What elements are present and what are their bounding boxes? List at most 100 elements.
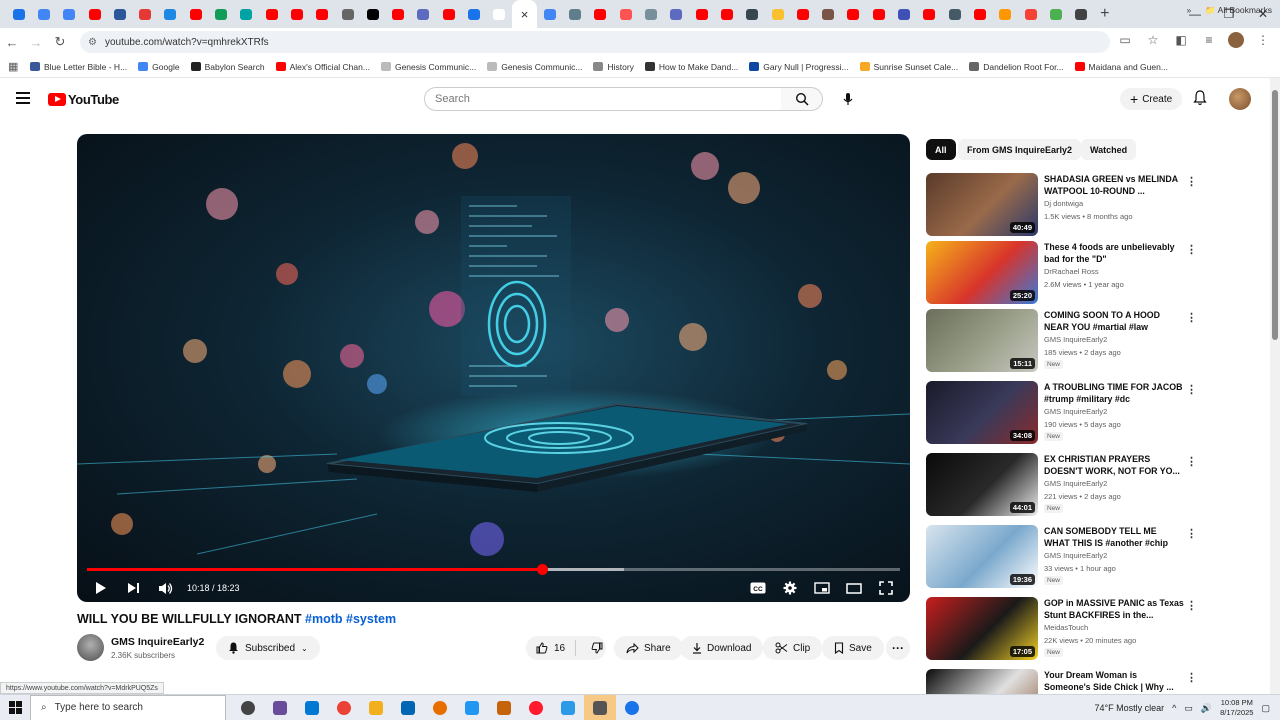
taskbar-app-icon[interactable]	[424, 695, 456, 720]
browser-tab[interactable]	[57, 0, 82, 28]
miniplayer-button[interactable]	[806, 574, 838, 602]
browser-tab[interactable]	[310, 0, 335, 28]
browser-menu-icon[interactable]: ⋮	[1254, 33, 1272, 47]
video-thumbnail[interactable]: 40:49	[926, 173, 1038, 236]
more-actions-icon[interactable]: ···	[886, 636, 910, 660]
bookmark-item[interactable]: History	[593, 62, 634, 72]
related-video-item[interactable]: 17:05 GOP in MASSIVE PANIC as Texas Stunt…	[926, 597, 1266, 661]
related-video-channel[interactable]: Dj dontwiga	[1044, 199, 1083, 208]
browser-tab[interactable]	[208, 0, 233, 28]
notifications-bell-icon[interactable]	[1193, 90, 1207, 111]
more-options-icon[interactable]: ⋮	[1186, 383, 1197, 396]
browser-tab[interactable]	[487, 0, 512, 28]
bookmark-item[interactable]: Genesis Communic...	[487, 62, 582, 72]
search-button[interactable]	[781, 87, 823, 111]
more-options-icon[interactable]: ⋮	[1186, 311, 1197, 324]
browser-tab[interactable]	[385, 0, 410, 28]
browser-tab[interactable]	[993, 0, 1018, 28]
browser-tab[interactable]	[765, 0, 790, 28]
related-video-item[interactable]: 34:08 A TROUBLING TIME FOR JACOB #trump #…	[926, 381, 1266, 445]
taskbar-app-icon[interactable]	[232, 695, 264, 720]
related-video-channel[interactable]: GMS InquireEarly2	[1044, 479, 1107, 488]
browser-tab[interactable]	[158, 0, 183, 28]
weather-widget[interactable]: 74°F Mostly clear	[1095, 703, 1165, 713]
related-video-channel[interactable]: MeidasTouch	[1044, 623, 1088, 632]
filter-chip[interactable]: All	[926, 139, 956, 160]
speaker-icon[interactable]: 🔊	[1201, 703, 1212, 714]
taskbar-app-icon[interactable]	[328, 695, 360, 720]
browser-tab[interactable]	[917, 0, 942, 28]
related-video-channel[interactable]: DrRachael Ross	[1044, 267, 1099, 276]
site-info-icon[interactable]: ⚙	[88, 37, 97, 48]
related-video-title[interactable]: Your Dream Woman is Someone's Side Chick…	[1044, 669, 1184, 693]
notification-center-icon[interactable]: ▢	[1261, 703, 1270, 714]
bookmark-item[interactable]: How to Make Dand...	[644, 62, 738, 72]
browser-tab[interactable]	[816, 0, 841, 28]
browser-tab[interactable]	[841, 0, 866, 28]
more-options-icon[interactable]: ⋮	[1186, 527, 1197, 540]
browser-tab[interactable]	[891, 0, 916, 28]
dislike-button[interactable]	[581, 642, 603, 654]
browser-tab[interactable]	[537, 0, 562, 28]
browser-tab[interactable]	[942, 0, 967, 28]
side-panel-icon[interactable]: ◧	[1172, 33, 1190, 47]
video-thumbnail[interactable]: 25:20	[926, 241, 1038, 304]
new-tab-button[interactable]: +	[1094, 5, 1116, 23]
browser-tab[interactable]	[234, 0, 259, 28]
browser-tab[interactable]	[967, 0, 992, 28]
more-options-icon[interactable]: ⋮	[1186, 243, 1197, 256]
channel-name[interactable]: GMS InquireEarly2	[111, 636, 204, 648]
profile-avatar[interactable]	[1228, 32, 1244, 48]
related-video-item[interactable]: 19:36 CAN SOMEBODY TELL ME WHAT THIS IS #…	[926, 525, 1266, 589]
account-avatar[interactable]	[1229, 88, 1251, 110]
search-input[interactable]: Search	[424, 87, 782, 111]
video-thumbnail[interactable]: 44:01	[926, 453, 1038, 516]
address-bar[interactable]: ⚙ youtube.com/watch?v=qmhrekXTRfs	[80, 31, 1110, 53]
more-options-icon[interactable]: ⋮	[1186, 671, 1197, 684]
youtube-logo[interactable]: YouTube	[48, 92, 119, 107]
taskbar-clock[interactable]: 10:08 PM 8/17/2025	[1220, 698, 1253, 718]
taskbar-app-icon[interactable]	[296, 695, 328, 720]
clip-button[interactable]: Clip	[763, 636, 823, 660]
related-video-item[interactable]: 15:11 COMING SOON TO A HOOD NEAR YOU #mar…	[926, 309, 1266, 373]
theater-mode-button[interactable]	[838, 574, 870, 602]
hashtag-link[interactable]: #system	[346, 612, 396, 626]
voice-search-button[interactable]	[836, 87, 860, 111]
taskbar-app-icon[interactable]	[392, 695, 424, 720]
browser-tab[interactable]	[360, 0, 385, 28]
taskbar-app-icon[interactable]	[584, 694, 616, 720]
like-button[interactable]: 16	[526, 640, 577, 656]
browser-tab[interactable]	[689, 0, 714, 28]
related-video-title[interactable]: COMING SOON TO A HOOD NEAR YOU #martial …	[1044, 309, 1184, 333]
related-video-channel[interactable]: GMS InquireEarly2	[1044, 407, 1107, 416]
scrollbar-thumb[interactable]	[1272, 90, 1278, 340]
browser-tab[interactable]	[132, 0, 157, 28]
browser-tab[interactable]	[866, 0, 891, 28]
windows-start-button[interactable]	[0, 701, 30, 714]
browser-tab[interactable]	[714, 0, 739, 28]
video-thumbnail[interactable]: 34:08	[926, 381, 1038, 444]
related-video-title[interactable]: GOP in MASSIVE PANIC as Texas Stunt BACK…	[1044, 597, 1184, 621]
browser-tab[interactable]	[664, 0, 689, 28]
apps-grid-icon[interactable]: ▦	[8, 60, 30, 73]
bookmark-item[interactable]: Alex's Official Chan...	[275, 62, 370, 72]
taskbar-app-icon[interactable]	[552, 695, 584, 720]
fullscreen-button[interactable]	[870, 574, 902, 602]
video-thumbnail[interactable]: 17:05	[926, 597, 1038, 660]
browser-tab[interactable]	[436, 0, 461, 28]
related-video-title[interactable]: SHADASIA GREEN vs MELINDA WATPOOL 10-ROU…	[1044, 173, 1184, 197]
create-button[interactable]: + Create	[1120, 88, 1183, 110]
browser-tab[interactable]	[183, 0, 208, 28]
taskbar-search-input[interactable]: ⌕ Type here to search	[30, 694, 226, 720]
related-video-title[interactable]: These 4 foods are unbelievably bad for t…	[1044, 241, 1184, 265]
next-video-button[interactable]	[117, 574, 149, 602]
taskbar-app-icon[interactable]	[360, 695, 392, 720]
page-scrollbar[interactable]	[1270, 78, 1280, 694]
mute-button[interactable]	[149, 574, 181, 602]
browser-tab[interactable]	[259, 0, 284, 28]
taskbar-app-icon[interactable]	[616, 695, 648, 720]
back-icon[interactable]: ←	[0, 35, 24, 50]
forward-icon[interactable]: →	[24, 35, 48, 50]
related-video-title[interactable]: EX CHRISTIAN PRAYERS DOESN'T WORK, NOT F…	[1044, 453, 1184, 477]
related-video-title[interactable]: A TROUBLING TIME FOR JACOB #trump #milit…	[1044, 381, 1184, 405]
